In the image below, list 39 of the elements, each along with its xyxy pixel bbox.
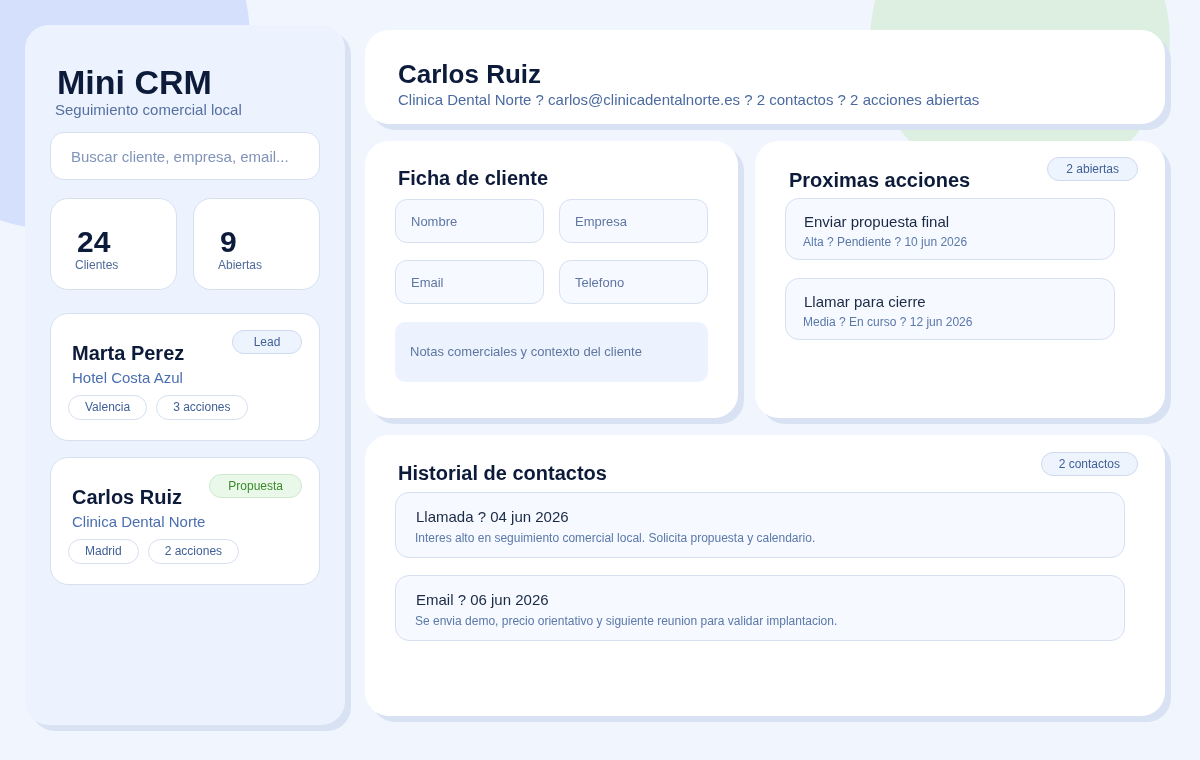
action-card[interactable]: Enviar propuesta final Alta ? Pendiente ? 10 jun 2026 [785, 198, 1115, 260]
section-title: Ficha de cliente [398, 166, 550, 190]
action-card[interactable]: Llamar para cierre Media ? En curso ? 12 jun 2026 [785, 278, 1115, 340]
client-company: Clinica Dental Norte [72, 512, 207, 532]
stat-label: Clientes [75, 258, 120, 272]
form-field[interactable]: Telefono [559, 260, 708, 304]
contact-note: Se envia demo, precio orientativo y siguiente reunion para validar implantacion. [415, 614, 839, 629]
stage-badge: Propuesta [209, 474, 302, 498]
client-card[interactable]: Carlos Ruiz Propuesta Clinica Dental Norte Madrid 2 acciones [50, 457, 320, 585]
action-title: Enviar propuesta final [804, 213, 951, 231]
section-title: Historial de contactos [398, 461, 607, 485]
stat-value: 9 [220, 227, 238, 257]
client-name: Marta Perez [72, 341, 185, 365]
stat-value: 24 [77, 227, 112, 257]
contact-card[interactable]: Email ? 06 jun 2026 Se envia demo, precio orientativo y siguiente reunion para validar implantacion. [395, 575, 1125, 641]
action-title: Llamar para cierre [804, 293, 927, 311]
app-title: Mini CRM [57, 63, 213, 101]
stage-badge: Lead [232, 330, 302, 354]
count-badge: 2 abiertas [1047, 157, 1138, 181]
form-field[interactable]: Empresa [559, 199, 708, 243]
client-name-heading: Carlos Ruiz [398, 59, 543, 89]
contact-title: Email ? 06 jun 2026 [416, 591, 550, 609]
client-company: Hotel Costa Azul [72, 368, 184, 388]
contact-card[interactable]: Llamada ? 04 jun 2026 Interes alto en seguimiento comercial local. Solicita propuesta y calendario. [395, 492, 1125, 558]
notes-field[interactable]: Notas comerciales y contexto del cliente [395, 322, 708, 382]
form-field[interactable]: Email [395, 260, 544, 304]
count-badge: 2 contactos [1040, 452, 1138, 476]
contact-title: Llamada ? 04 jun 2026 [416, 508, 570, 526]
action-meta: Alta ? Pendiente ? 10 jun 2026 [803, 235, 969, 250]
client-card[interactable]: Marta Perez Lead Hotel Costa Azul Valencia 3 acciones [50, 313, 320, 441]
client-name: Carlos Ruiz [72, 485, 183, 509]
form-field[interactable]: Nombre [395, 199, 544, 243]
contact-note: Interes alto en seguimiento comercial local. Solicita propuesta y calendario. [415, 531, 817, 546]
app-subtitle: Seguimiento comercial local [55, 101, 243, 119]
section-title: Proximas acciones [789, 168, 971, 192]
client-details: Clinica Dental Norte ? carlos@clinicadentalnorte.es ? 2 contactos ? 2 acciones abiertas [398, 91, 981, 109]
stat-label: Abiertas [218, 258, 264, 272]
action-meta: Media ? En curso ? 12 jun 2026 [803, 315, 974, 330]
search-field[interactable]: Buscar cliente, empresa, email... [50, 132, 320, 180]
